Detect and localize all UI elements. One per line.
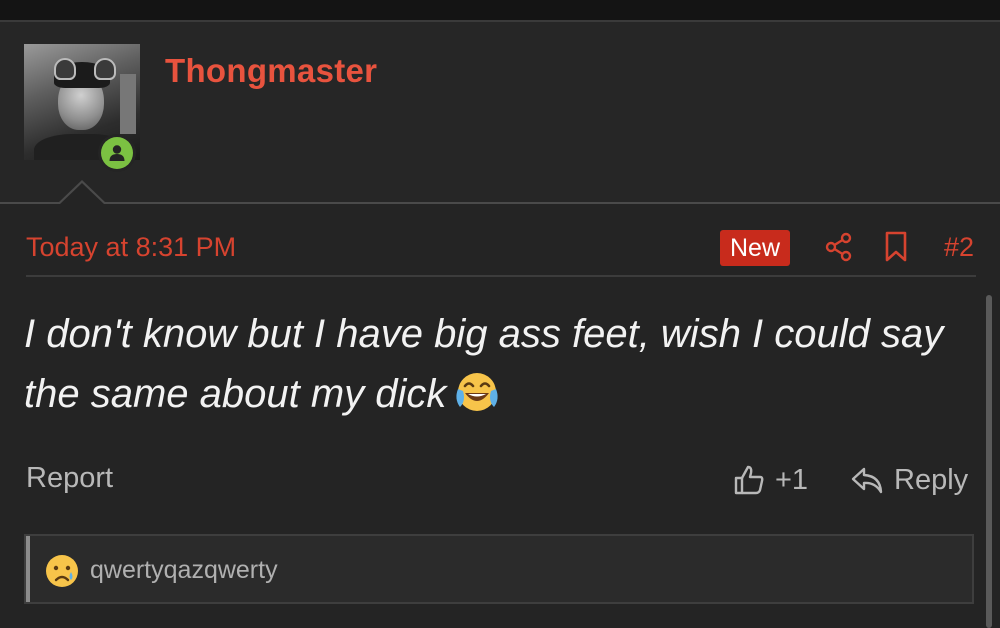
thumbs-up-icon <box>734 465 764 495</box>
avatar-background <box>120 74 136 134</box>
reaction-bar[interactable]: qwertyqazqwerty <box>24 534 974 604</box>
top-bar <box>0 0 1000 22</box>
reaction-bar-accent <box>26 536 30 602</box>
report-link[interactable]: Report <box>26 462 113 495</box>
avatar-filter-ear-right <box>94 58 116 80</box>
reply-arrow-icon <box>851 467 883 494</box>
like-button[interactable]: +1 <box>733 460 808 500</box>
reply-button[interactable]: Reply <box>850 460 968 500</box>
post-message: I don't know but I have big ass feet, wi… <box>24 304 974 424</box>
reply-label: Reply <box>894 463 969 496</box>
avatar-filter-ear-left <box>54 58 76 80</box>
user-info-strip <box>0 22 1000 202</box>
post-number-link[interactable]: #2 <box>944 232 974 263</box>
scrollbar[interactable] <box>986 295 992 628</box>
new-badge: New <box>720 230 791 266</box>
bookmark-icon[interactable] <box>884 231 908 263</box>
face-with-tears-of-joy-icon <box>456 373 499 412</box>
like-count: +1 <box>775 463 809 496</box>
reaction-users-link[interactable]: qwertyqazqwerty <box>90 556 278 585</box>
online-status-badge <box>98 134 136 172</box>
post-meta: Today at 8:31 PM New #2 <box>26 228 974 268</box>
section-divider <box>0 202 1000 204</box>
username-link[interactable]: Thongmaster <box>165 52 377 90</box>
crying-face-icon <box>46 555 78 587</box>
post-timestamp[interactable]: Today at 8:31 PM <box>26 232 236 263</box>
post-page: Thongmaster Today at 8:31 PM New #2 I do… <box>0 0 1000 628</box>
user-icon <box>101 137 133 169</box>
share-icon[interactable] <box>824 232 854 262</box>
meta-divider <box>26 275 976 277</box>
